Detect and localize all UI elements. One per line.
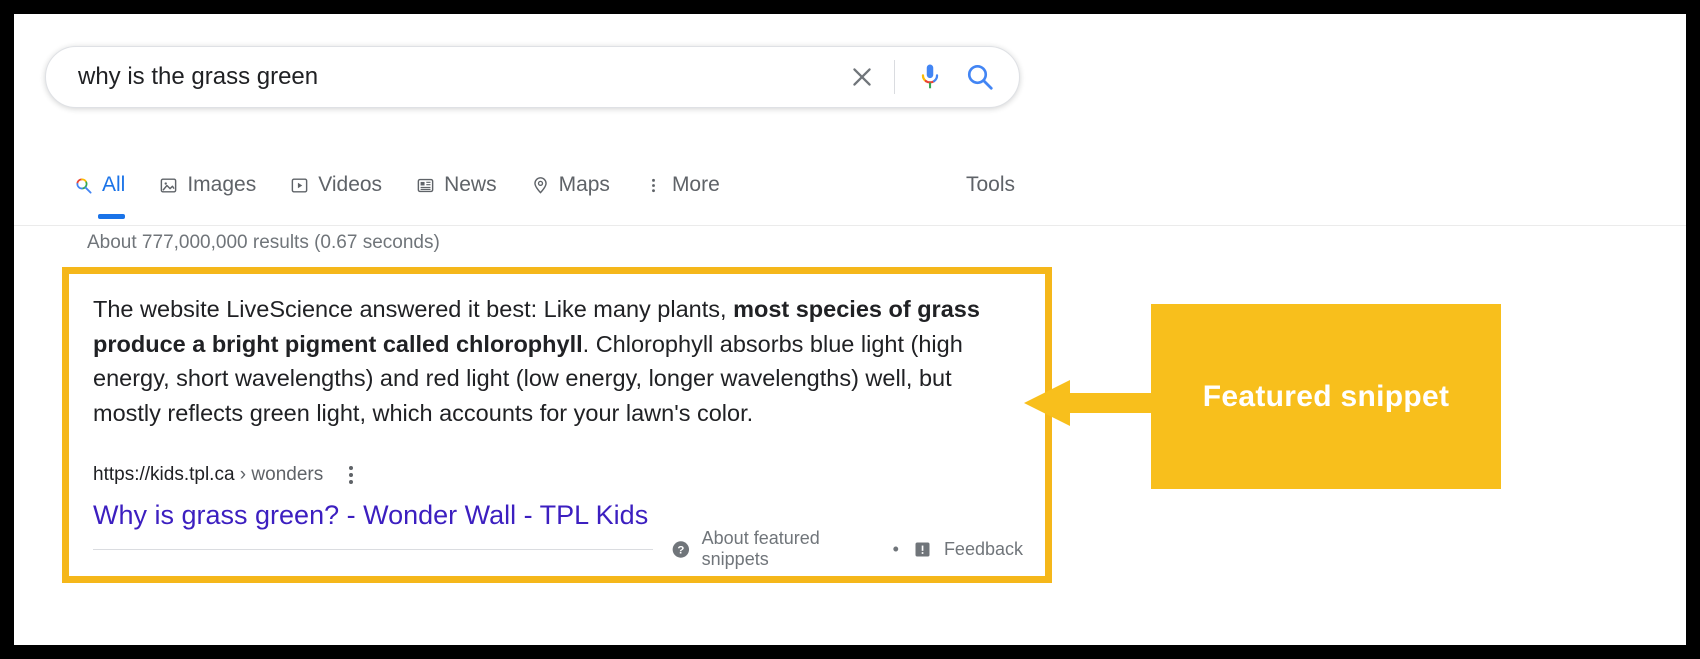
footer-divider [93,548,653,550]
nav-bottom-divider [14,225,1686,226]
screenshot-frame: All Images [0,0,1700,659]
help-circle-icon: ? [672,540,690,558]
microphone-icon [921,64,939,89]
active-tab-underline [98,214,126,219]
annotation-arrow [1024,380,1154,426]
result-stats: About 777,000,000 results (0.67 seconds) [87,232,440,253]
voice-search-button[interactable] [905,55,955,99]
tab-videos-label: Videos [318,173,383,196]
clear-search-button[interactable] [840,55,884,99]
map-pin-icon [531,176,550,195]
tab-images-label: Images [187,173,257,196]
tab-news-label: News [444,173,497,196]
tab-more-label: More [671,173,720,196]
tools-label: Tools [966,173,1016,196]
tab-all-label: All [102,173,126,196]
annotation-callout: Featured snippet [1151,304,1501,489]
featured-snippet-box: The website LiveScience answered it best… [62,267,1052,583]
tab-images[interactable]: Images [159,159,256,211]
image-icon [159,176,178,195]
kebab-dot [349,480,354,484]
tab-all[interactable]: All [74,159,126,219]
footer-links: ? About featured snippets • Feedback [671,528,1023,570]
annotation-label: Featured snippet [1202,379,1450,413]
about-featured-snippets-link[interactable]: ? About featured snippets [671,528,880,570]
tab-more[interactable]: More [644,159,720,211]
result-url-row: https://kids.tpl.ca › wonders [93,464,1023,486]
search-input[interactable] [76,59,840,95]
footer-separator: • [892,538,899,559]
kebab-dot [349,473,354,477]
search-divider [894,60,895,94]
search-submit-button[interactable] [955,55,1005,99]
tab-maps-label: Maps [558,173,610,196]
search-icon [74,176,93,195]
left-arrow-icon [1024,380,1154,426]
result-url-breadcrumb: › wonders [234,464,324,485]
google-search-results-page: All Images [14,14,1686,645]
result-url-domain: https://kids.tpl.ca [93,464,235,485]
video-play-icon [290,176,309,195]
search-nav-bar: All Images Videos News Maps More Tools [14,159,1686,226]
tab-news[interactable]: News [416,159,497,211]
kebab-dot [349,466,354,470]
tab-videos[interactable]: Videos [290,159,382,211]
result-url[interactable]: https://kids.tpl.ca › wonders [93,464,323,486]
feedback-flag-icon [915,542,930,556]
snippet-text-part1: The website LiveScience answered it best… [93,296,734,322]
tab-maps[interactable]: Maps [531,159,610,211]
tools-button[interactable]: Tools [966,159,1015,211]
close-icon [853,68,871,86]
result-title-link[interactable]: Why is grass green? - Wonder Wall - TPL … [93,500,1023,531]
featured-snippet-content: The website LiveScience answered it best… [69,274,1045,531]
featured-snippet-text: The website LiveScience answered it best… [93,292,1023,430]
search-nav-items: All Images Videos News Maps More [74,159,754,219]
newspaper-icon [416,176,435,195]
svg-text:?: ? [677,544,684,556]
search-icon [967,64,993,90]
featured-snippet-footer: ? About featured snippets • Feedback [93,528,1023,569]
result-options-button[interactable] [343,464,359,486]
kebab-menu-icon [644,176,663,195]
search-bar[interactable] [45,46,1020,108]
feedback-link[interactable]: Feedback [912,539,1023,560]
about-featured-snippets-label: About featured snippets [701,528,820,569]
feedback-label: Feedback [943,538,1023,559]
